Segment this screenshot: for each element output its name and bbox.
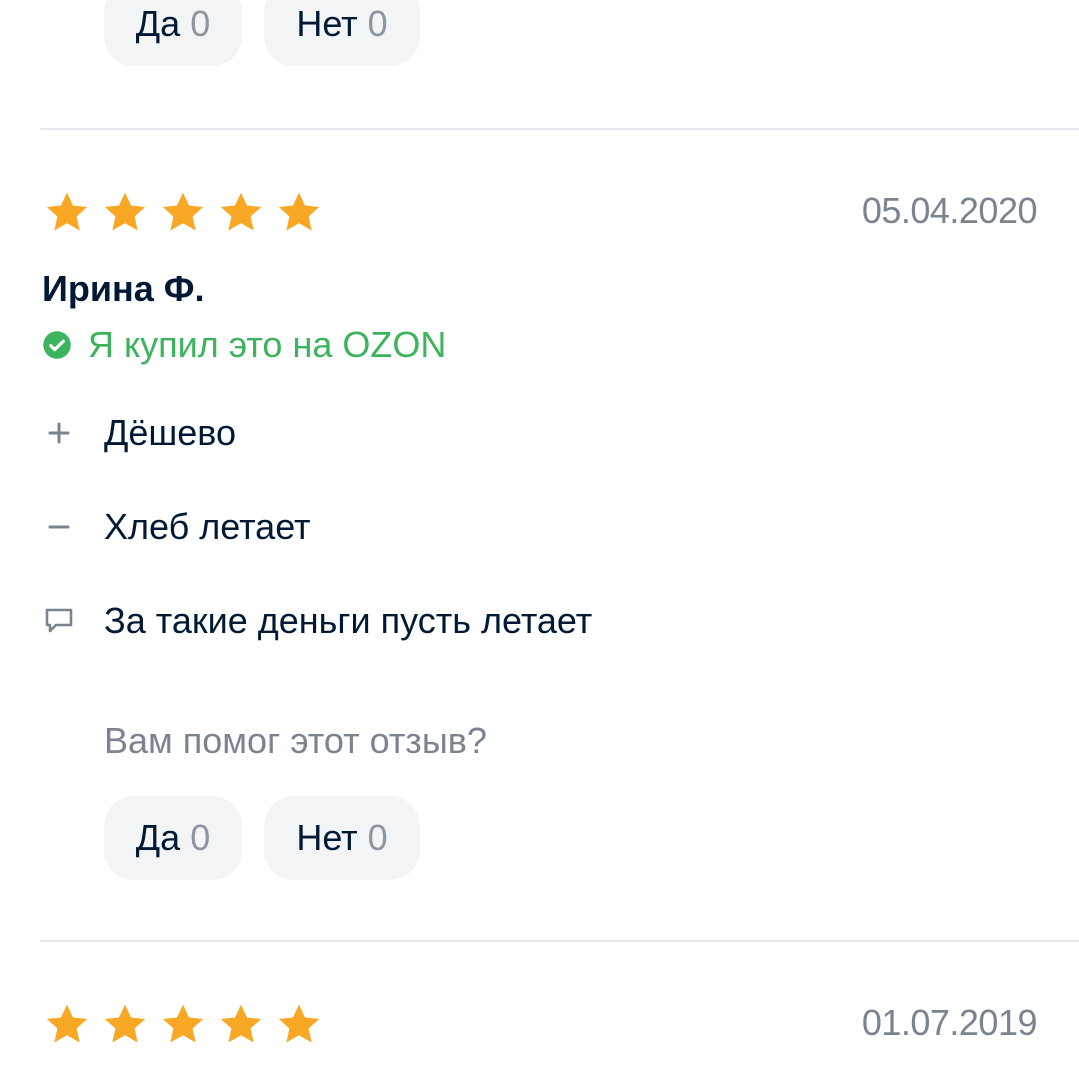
cons-row: Хлеб летает [44, 506, 311, 548]
star-icon [278, 1004, 320, 1043]
star-icon [162, 192, 204, 231]
comment-icon [44, 607, 74, 635]
yes-label: Да [135, 3, 181, 44]
star-icon [162, 1004, 204, 1043]
helpful-question: Вам помог этот отзыв? [104, 720, 487, 761]
verified-purchase: Я купил это на OZON [42, 324, 446, 366]
prev-no-button[interactable]: Нет 0 [264, 0, 420, 66]
no-count: 0 [367, 3, 388, 44]
yes-count: 0 [190, 3, 211, 44]
review-date: 05.04.2020 [861, 190, 1038, 231]
star-icon [46, 192, 88, 231]
yes-count: 0 [190, 817, 211, 858]
pros-text: Дёшево [104, 412, 237, 453]
star-icon [104, 192, 146, 231]
star-icon [220, 192, 262, 231]
plus-icon [44, 420, 74, 446]
minus-icon [44, 514, 74, 540]
no-count: 0 [367, 817, 388, 858]
rating-stars [42, 1000, 324, 1050]
review-date: 01.07.2019 [861, 1002, 1038, 1043]
star-icon [278, 192, 320, 231]
comment-text: За такие деньги пусть летает [104, 600, 593, 641]
comment-row: За такие деньги пусть летает [44, 600, 592, 642]
star-icon [220, 1004, 262, 1043]
prev-yes-button[interactable]: Да 0 [104, 0, 242, 66]
divider [40, 940, 1079, 942]
author-name: Ирина Ф. [42, 268, 205, 309]
check-badge-icon [43, 331, 71, 359]
rating-stars [42, 188, 324, 238]
star-icon [46, 1004, 88, 1043]
no-button[interactable]: Нет 0 [264, 796, 420, 880]
no-label: Нет [296, 817, 358, 858]
verified-text: Я купил это на OZON [88, 324, 447, 365]
star-icon [104, 1004, 146, 1043]
pros-row: Дёшево [44, 412, 236, 454]
divider [40, 128, 1079, 130]
no-label: Нет [296, 3, 358, 44]
cons-text: Хлеб летает [104, 506, 311, 547]
yes-button[interactable]: Да 0 [104, 796, 242, 880]
yes-label: Да [135, 817, 181, 858]
